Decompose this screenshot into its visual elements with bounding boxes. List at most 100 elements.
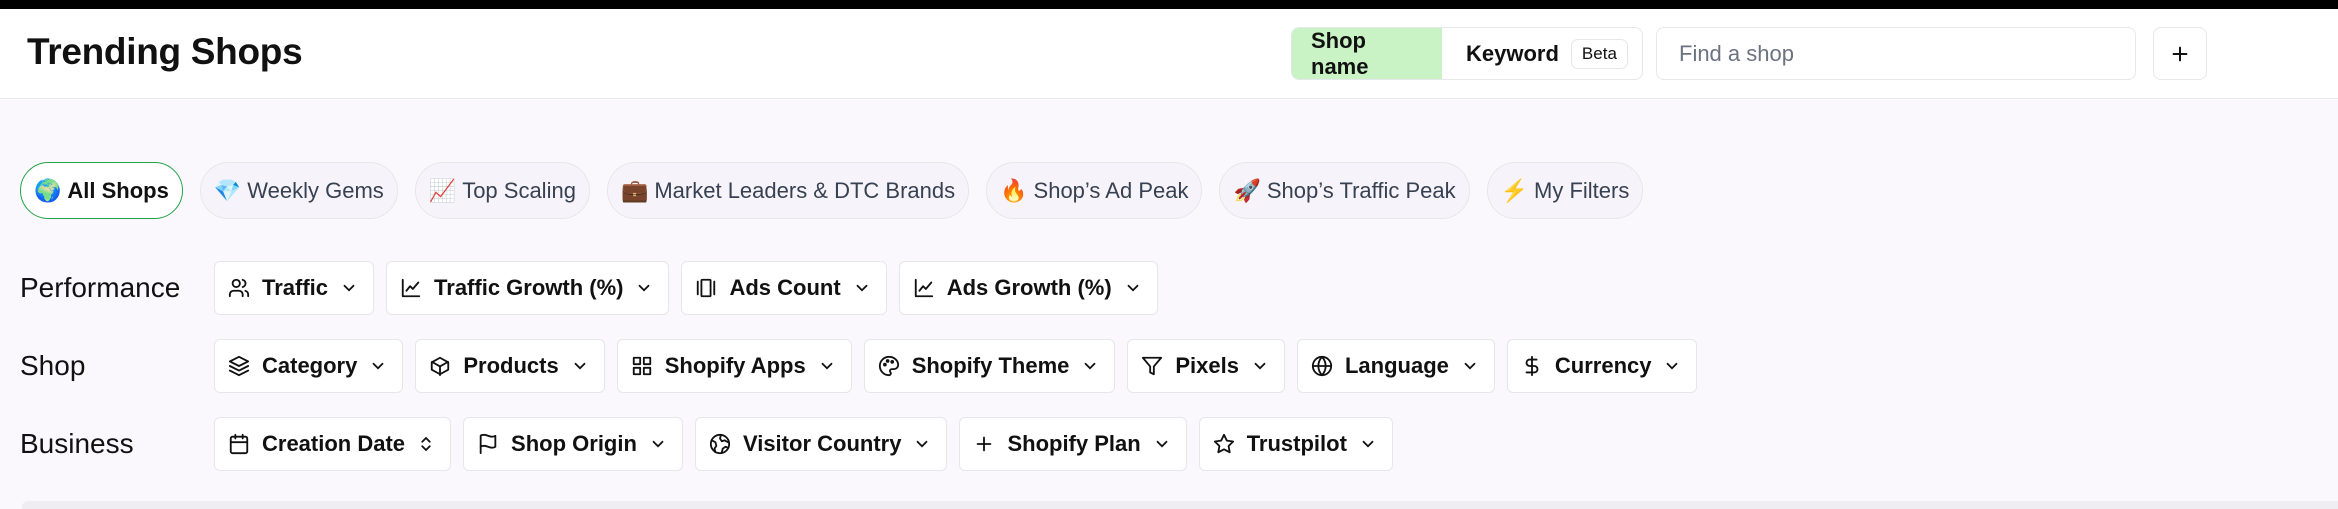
filter-currency[interactable]: Currency [1506,339,1698,393]
filter-label: Shopify Apps [664,353,806,378]
chevron-down-icon [821,362,833,370]
preset-label: Shop’s Ad Peak [1033,177,1189,203]
chart-up-emoji-icon: 📈 [428,177,457,203]
filter-label: Traffic Growth (%) [434,275,624,300]
search-mode-toggle: Shop name Keyword Beta [1291,27,1643,80]
fire-emoji-icon: 🔥 [1000,177,1028,203]
tab-keyword[interactable]: Keyword Beta [1442,28,1628,79]
calendar-icon [229,433,249,455]
filter-label: Shopify Theme [911,353,1070,378]
beta-badge: Beta [1570,38,1628,69]
preset-my-filters[interactable]: ⚡ My Filters [1486,162,1644,219]
filter-language[interactable]: Language [1296,339,1495,393]
chevron-down-icon [1254,362,1266,370]
chevron-down-icon [1127,284,1139,292]
chevron-down-icon [1362,440,1374,448]
filter-pixels[interactable]: Pixels [1127,339,1285,393]
filter-label: Shopify Plan [1007,431,1141,456]
palette-icon [878,355,899,377]
preset-weekly-gems[interactable]: 💎 Weekly Gems [199,162,398,219]
filter-category[interactable]: Category [214,339,404,393]
top-black-bar [0,0,2338,9]
preset-label: Shop’s Traffic Peak [1266,177,1456,203]
filter-row-label: Shop [20,350,86,381]
chevron-down-icon [1464,362,1476,370]
tab-shop-name-label: Shop name [1311,27,1369,79]
chevron-down-icon [574,362,586,370]
globe-icon [1311,355,1333,377]
star-icon [1213,433,1234,454]
preset-label: Top Scaling [462,177,576,203]
filter-shop-origin[interactable]: Shop Origin [463,417,683,471]
dollar-icon [1525,355,1539,377]
preset-label: Weekly Gems [247,177,384,203]
preset-label: Market Leaders & DTC Brands [654,177,956,203]
filter-label: Creation Date [262,431,406,456]
preset-shop-traffic-peak[interactable]: 🚀 Shop’s Traffic Peak [1219,162,1470,219]
grid-icon [632,356,651,376]
line-chart-icon [401,278,421,298]
users-icon [228,278,250,298]
chevron-down-icon [1667,362,1678,370]
filter-row-performance: Performance Traffic Traffic Growth (%) A… [20,261,1158,315]
results-panel-edge [22,501,2338,509]
plus-icon [977,436,992,452]
filter-shopify-theme[interactable]: Shopify Theme [863,339,1116,393]
filter-label: Visitor Country [742,431,902,456]
chevron-down-icon [917,440,928,448]
gallery-icon [697,278,716,298]
chevron-down-icon [1156,440,1168,448]
add-button[interactable] [2153,27,2207,80]
globe-emoji-icon: 🌍 [34,177,62,203]
plus-icon [2172,46,2188,61]
filter-row-business: Business Creation Date Shop Origin Visit… [20,417,1393,471]
filter-ads-growth[interactable]: Ads Growth (%) [898,261,1158,315]
filter-row-shop: Shop Category Products Shopify Apps Shop… [20,339,1698,393]
preset-label: All Shops [67,177,169,203]
filter-traffic[interactable]: Traffic [214,261,375,315]
flag-icon [479,433,497,455]
filter-row-label: Performance [20,272,181,303]
filter-shopify-plan[interactable]: Shopify Plan [959,417,1187,471]
filter-shopify-apps[interactable]: Shopify Apps [616,339,852,393]
layers-icon [228,355,250,377]
preset-shop-ad-peak[interactable]: 🔥 Shop’s Ad Peak [986,162,1203,219]
chevron-down-icon [856,284,868,292]
filter-label: Ads Growth (%) [946,275,1112,300]
chevron-down-icon [343,284,355,292]
find-shop-input[interactable] [1656,27,2136,80]
preset-filter-bar: 🌍 All Shops 💎 Weekly Gems 📈 Top Scaling … [20,162,1644,219]
filter-traffic-growth[interactable]: Traffic Growth (%) [386,261,670,315]
globe-grid-icon [709,433,731,455]
chevron-down-icon [1084,362,1096,370]
chevrons-up-down-icon [421,436,431,452]
preset-market-leaders[interactable]: 💼 Market Leaders & DTC Brands [606,162,970,219]
filter-label: Category [262,353,358,378]
page-title: Trending Shops [27,31,303,72]
filter-row-label: Business [20,428,134,459]
filter-trustpilot[interactable]: Trustpilot [1198,417,1393,471]
lightning-emoji-icon: ⚡ [1500,177,1529,203]
chevron-down-icon [639,284,650,292]
filter-creation-date[interactable]: Creation Date [214,417,452,471]
filter-label: Products [463,353,559,378]
filter-label: Pixels [1175,353,1239,378]
filter-icon [1142,356,1163,376]
chevron-down-icon [652,440,664,448]
filter-label: Shop Origin [511,431,637,456]
box-icon [431,356,450,377]
filter-visitor-country[interactable]: Visitor Country [694,417,948,471]
briefcase-emoji-icon: 💼 [620,177,649,203]
filter-label: Language [1344,353,1449,378]
rocket-emoji-icon: 🚀 [1233,177,1261,203]
chevron-down-icon [372,362,384,370]
preset-all-shops[interactable]: 🌍 All Shops [20,162,183,219]
line-chart-icon [914,278,933,298]
page-header: Trending Shops Shop name Keyword Beta [0,9,2338,99]
filter-ads-count[interactable]: Ads Count [681,261,887,315]
tab-keyword-label: Keyword [1466,40,1559,66]
filter-products[interactable]: Products [415,339,605,393]
main-content: 🌍 All Shops 💎 Weekly Gems 📈 Top Scaling … [0,100,2338,509]
preset-top-scaling[interactable]: 📈 Top Scaling [414,162,590,219]
tab-shop-name[interactable]: Shop name [1292,28,1442,79]
